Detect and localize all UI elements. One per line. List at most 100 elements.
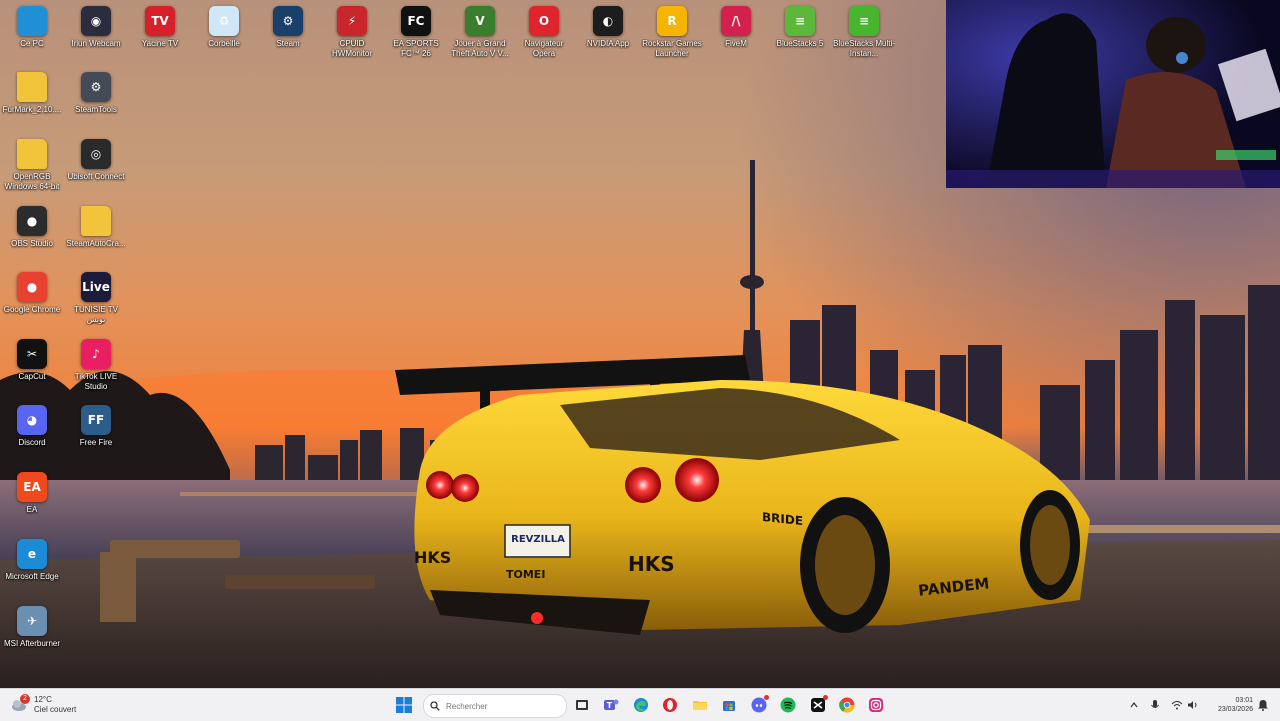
search-icon [430,701,440,711]
microphone-icon[interactable] [1148,698,1162,712]
desktop-icon[interactable]: SteamAutoCra... [65,206,127,249]
desktop-icon[interactable]: ● Google Chrome [1,272,63,315]
chrome-icon: ● [17,272,47,302]
teams-button[interactable]: T [601,695,621,715]
desktop-icon-label: NVIDIA App [586,39,630,48]
taskbar: 2 12°C Ciel couvert T [0,688,1280,721]
webcam-overlay [946,0,1280,188]
desktop-icon[interactable]: O Navigateur Opera [513,6,575,59]
desktop-icon[interactable]: R Rockstar Games Launcher [641,6,703,59]
desktop-icon-label: TUNISIE TV تونس [74,305,118,324]
desktop-icon-label: Iriun Webcam [71,39,121,48]
desktop-icon[interactable]: ⚙ Steam [257,6,319,49]
desktop-icon[interactable]: ♻ Corbeille [193,6,255,49]
msi-afterburner-icon: ✈ [17,606,47,636]
desktop-icon-label: Ubisoft Connect [67,172,125,181]
desktop-icon[interactable]: ⚙ SteamTools [65,72,127,115]
desktop-icon[interactable]: ⚡ CPUID HWMonitor [321,6,383,59]
desktop-icon[interactable]: OpenRGB Windows 64-bit [1,139,63,192]
desktop-icon[interactable]: Ce PC [1,6,63,49]
bluestacks-icon: ≡ [785,6,815,36]
capcut-taskbar-button[interactable] [808,695,828,715]
desktop-icon[interactable]: ● OBS Studio [1,206,63,249]
desktop-icon[interactable]: FF Free Fire [65,405,127,448]
desktop-icon-label: Google Chrome [3,305,61,314]
desktop-icon-label: Steam [276,39,300,48]
rockstar-icon: R [657,6,687,36]
opera-taskbar-button[interactable] [660,695,680,715]
ea-icon: EA [17,472,47,502]
steamtools-icon: ⚙ [81,72,111,102]
folder-icon [17,72,47,102]
desktop-icon-label: Navigateur Opera [524,39,564,58]
desktop-icon-label: BlueStacks Multi-Instan... [833,39,895,58]
tray-overflow-chevron-icon[interactable] [1127,698,1141,712]
desktop-icon-label: CapCut [18,372,46,381]
desktop-icon-label: SteamAutoCra... [66,239,126,248]
nvidia-icon: ◐ [593,6,623,36]
svg-text:T: T [607,701,613,710]
discord-taskbar-button[interactable] [749,695,769,715]
notification-dot [764,695,769,700]
store-button[interactable] [719,695,739,715]
desktop-icon[interactable]: ✂ CapCut [1,339,63,382]
spotify-button[interactable] [778,695,798,715]
task-view-button[interactable] [572,695,592,715]
desktop-icon[interactable]: ◉ Iriun Webcam [65,6,127,49]
edge-icon: e [17,539,47,569]
search-input[interactable] [444,700,558,712]
system-clock[interactable]: 03:01 23/03/2026 [1205,696,1253,714]
decal-tomei: TOMEI [506,568,546,581]
desktop-icon[interactable]: FC EA SPORTS FC™ 26 [385,6,447,59]
edge-taskbar-button[interactable] [631,695,651,715]
edge-icon [634,698,648,712]
desktop-icon[interactable]: FurMark_2.10.... [1,72,63,115]
desktop-icon[interactable]: e Microsoft Edge [1,539,63,582]
desktop-icon[interactable]: ◐ NVIDIA App [577,6,639,49]
store-icon [723,701,735,711]
folder-icon [81,206,111,236]
desktop-icon-label: MSI Afterburner [3,639,61,648]
desktop-icon-label: Rockstar Games Launcher [642,39,702,58]
wifi-icon[interactable] [1170,698,1184,712]
desktop-icon-label: Jouer à Grand Theft Auto V V... [451,39,509,58]
instagram-button[interactable] [866,695,886,715]
chrome-taskbar-button[interactable] [837,695,857,715]
desktop-icon[interactable]: V Jouer à Grand Theft Auto V V... [449,6,511,59]
desktop-icon-label: EA SPORTS FC™ 26 [393,39,439,58]
desktop-icon-label: CPUID HWMonitor [331,39,372,58]
bluestacks-multi-icon: ≡ [849,6,879,36]
file-explorer-button[interactable] [690,695,710,715]
desktop-icon[interactable]: TV Yacine TV [129,6,191,49]
desktop-icon-label: SteamTools [75,105,117,114]
tunisie-tv-icon: Live [81,272,111,302]
volume-icon[interactable] [1186,698,1200,712]
obs-icon: ● [17,206,47,236]
desktop-icon[interactable]: /\ FiveM [705,6,767,49]
desktop-icon[interactable]: ◕ Discord [1,405,63,448]
spotify-icon [780,697,796,713]
start-button[interactable] [394,695,414,715]
notification-dot [823,695,828,700]
desktop-icon[interactable]: ≡ BlueStacks 5 [769,6,831,49]
desktop-icon[interactable]: ♪ TikTok LIVE Studio [65,339,127,392]
desktop-icon[interactable]: ◎ Ubisoft Connect [65,139,127,182]
desktop-icon[interactable]: ✈ MSI Afterburner [1,606,63,649]
weather-widget[interactable]: 2 12°C Ciel couvert [10,693,76,717]
desktop-icon[interactable]: ≡ BlueStacks Multi-Instan... [833,6,895,59]
steam-icon: ⚙ [273,6,303,36]
decal-hks-right: HKS [628,552,675,576]
desktop-icon[interactable]: EA EA [1,472,63,515]
desktop-icon-label: Ce PC [20,39,44,48]
desktop-icon-label: Microsoft Edge [5,572,59,581]
taskbar-search[interactable] [423,694,567,718]
desktop-icon[interactable]: Live TUNISIE TV تونس [65,272,127,325]
task-view-icon [576,700,588,710]
desktop-icon-label: TikTok LIVE Studio [74,372,118,391]
windows-start-icon [396,697,412,713]
notification-center-icon[interactable] [1256,698,1270,712]
desktop-icon-label: BlueStacks 5 [776,39,824,48]
file-explorer-icon [693,701,707,710]
desktop-icon-label: OpenRGB Windows 64-bit [4,172,60,191]
decal-hks-left: HKS [414,548,452,567]
